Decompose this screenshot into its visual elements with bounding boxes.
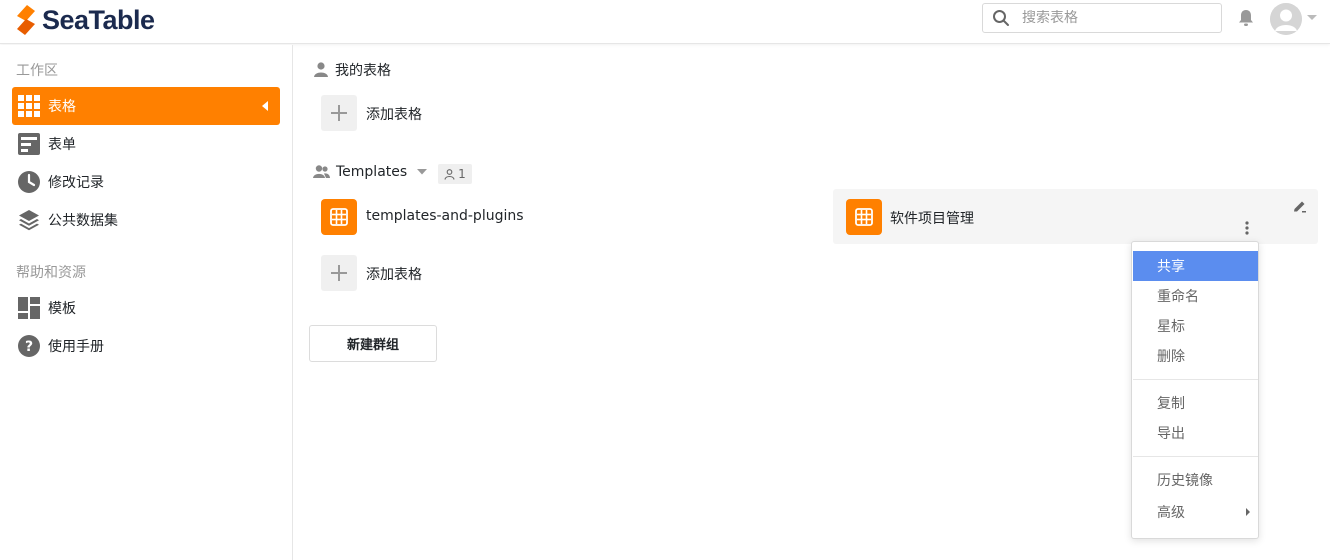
search-icon [993,10,1009,26]
my-tables-title: 我的表格 [335,63,391,79]
more-vertical-icon[interactable] [1243,220,1251,236]
menu-divider [1133,379,1258,380]
menu-item-advanced[interactable]: 高级 [1133,497,1258,527]
add-table-button[interactable] [321,95,357,131]
notification-bell-icon[interactable] [1236,8,1256,28]
menu-item-rename[interactable]: 重命名 [1133,281,1258,311]
sidebar-item-label: 表格 [48,99,76,115]
svg-text:?: ? [25,339,33,355]
seatable-logo[interactable]: SeaTable [14,3,155,37]
menu-item-share[interactable]: 共享 [1133,251,1258,281]
my-tables-header: 我的表格 [314,60,391,80]
template-icon [18,297,40,319]
table-context-menu: 共享 重命名 星标 删除 复制 导出 历史镜像 高级 [1131,241,1259,539]
add-table-label[interactable]: 添加表格 [366,104,422,124]
base-grid-icon [330,208,348,226]
chevron-down-icon[interactable] [416,168,428,176]
active-indicator-icon [262,101,268,111]
menu-item-export[interactable]: 导出 [1133,418,1258,448]
help-heading: 帮助和资源 [16,265,86,281]
member-icon [444,168,455,180]
layers-icon [19,210,39,231]
top-header: SeaTable [0,0,1330,44]
sidebar-item-forms[interactable]: 表单 [12,125,280,163]
form-icon [18,133,40,155]
chevron-down-icon[interactable] [1306,14,1318,22]
sidebar-item-manual[interactable]: ? 使用手册 [12,327,280,365]
menu-item-snapshots[interactable]: 历史镜像 [1133,465,1258,495]
sidebar-item-label: 使用手册 [48,339,104,355]
add-table-button[interactable] [321,255,357,291]
edit-pencil-icon[interactable] [1292,199,1307,214]
user-avatar[interactable] [1270,3,1302,35]
menu-item-star[interactable]: 星标 [1133,311,1258,341]
sidebar-item-datasets[interactable]: 公共数据集 [12,201,280,239]
sidebar-item-templates[interactable]: 模板 [12,289,280,327]
group-name: Templates [336,164,408,180]
sidebar-item-label: 表单 [48,137,76,153]
workspace-heading: 工作区 [16,63,58,79]
group-header: Templates [313,164,428,180]
submenu-arrow-icon [1246,508,1250,516]
new-group-button[interactable]: 新建群组 [309,325,437,362]
table-icon[interactable] [321,199,357,235]
group-icon [313,165,330,178]
sidebar-item-tables[interactable]: 表格 [12,87,280,125]
sidebar-item-activities[interactable]: 修改记录 [12,163,280,201]
sidebar: 工作区 表格 表单 修改记录 公共数据集 帮助和资源 模板 ? 使用手册 [0,45,293,560]
menu-item-duplicate[interactable]: 复制 [1133,388,1258,418]
menu-item-advanced-label: 高级 [1157,505,1185,521]
grid-icon [18,95,40,117]
table-name[interactable]: 软件项目管理 [890,208,974,228]
menu-item-delete[interactable]: 删除 [1133,341,1258,371]
member-count-badge[interactable]: 1 [438,164,472,184]
sidebar-item-label: 模板 [48,301,76,317]
table-name[interactable]: templates-and-plugins [366,208,524,224]
search-box[interactable] [982,3,1222,33]
add-table-label[interactable]: 添加表格 [366,264,422,284]
user-icon [314,62,328,77]
base-grid-icon [855,208,873,226]
clock-icon [18,171,40,193]
sidebar-item-label: 修改记录 [48,175,104,191]
logo-icon [17,5,35,35]
help-icon: ? [18,335,40,357]
table-icon[interactable] [846,199,882,235]
user-avatar-icon [1270,3,1302,35]
search-input[interactable] [1022,10,1212,26]
logo-text: SeaTable [42,4,155,35]
sidebar-item-label: 公共数据集 [48,213,118,229]
menu-divider [1133,456,1258,457]
member-count: 1 [458,167,466,181]
